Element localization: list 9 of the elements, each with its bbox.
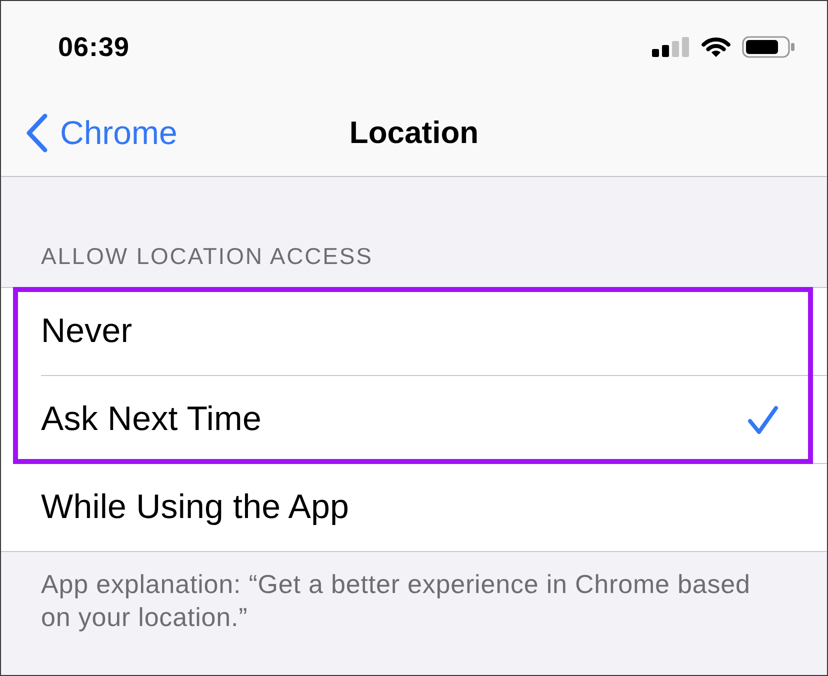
section-footer: App explanation: “Get a better experience in Chrome based on your location.”	[1, 552, 827, 634]
status-time: 06:39	[58, 32, 130, 62]
back-button[interactable]: Chrome	[25, 112, 178, 152]
battery-icon	[742, 36, 795, 58]
section-header: ALLOW LOCATION ACCESS	[41, 243, 373, 270]
page-title: Location	[349, 114, 479, 150]
chevron-left-icon	[25, 112, 49, 152]
wifi-icon	[700, 36, 732, 58]
signal-icon	[652, 37, 690, 57]
